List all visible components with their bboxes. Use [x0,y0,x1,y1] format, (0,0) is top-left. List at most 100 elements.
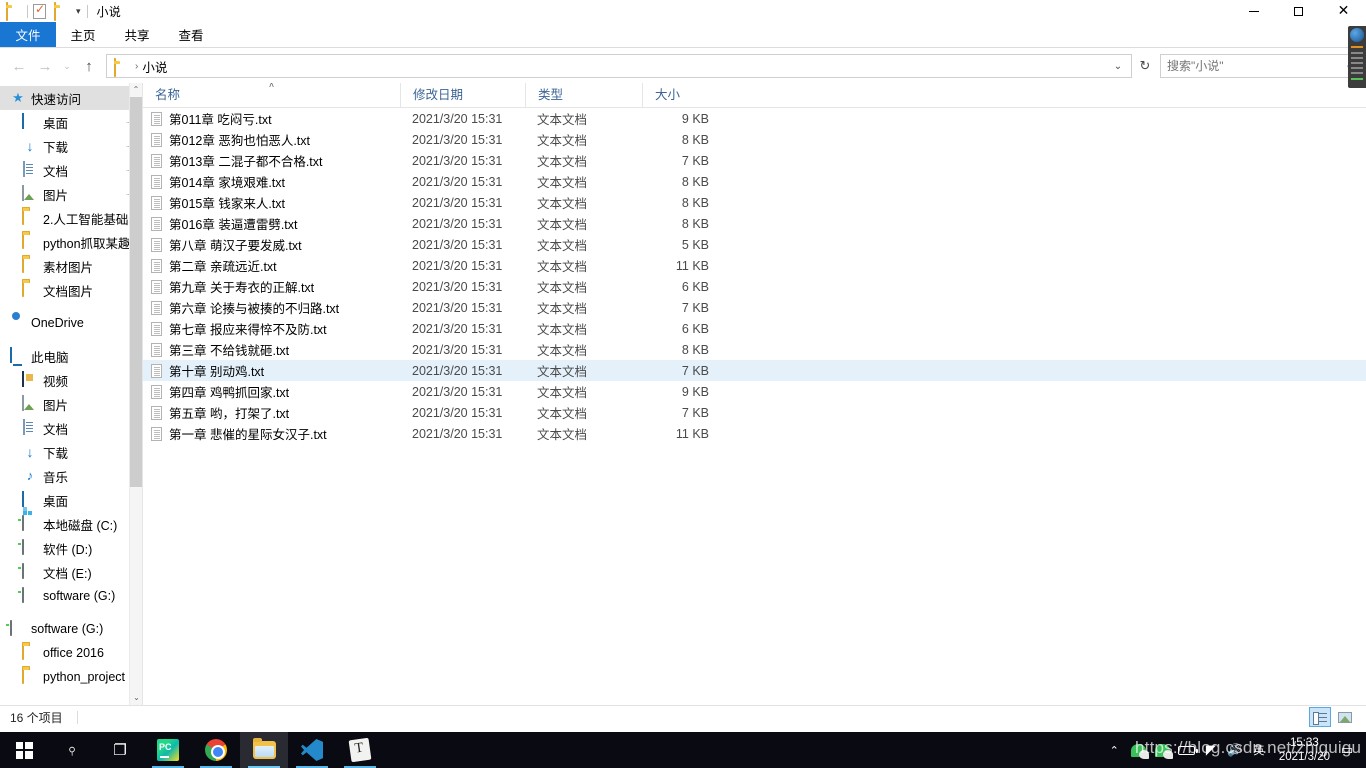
sidebar-item-4[interactable]: 图片📌 [0,182,142,206]
sidebar-item-17[interactable]: 本地磁盘 (C:) [0,512,142,536]
tab-file[interactable]: 文件 [0,22,56,47]
new-folder-icon[interactable] [54,2,70,21]
pycharm-button[interactable] [144,732,192,768]
column-header-name[interactable]: ˄ 名称 [143,83,400,108]
scrollbar-thumb[interactable] [130,97,142,487]
sidebar-item-8[interactable]: 文档图片 [0,278,142,302]
sidebar-item-3[interactable]: 文档📌 [0,158,142,182]
large-icons-view-button[interactable] [1334,707,1356,727]
sidebar-item-6[interactable]: python抓取某趣阁 [0,230,142,254]
breadcrumb[interactable]: 小说 [142,57,167,76]
chrome-button[interactable] [192,732,240,768]
column-header-date[interactable]: 修改日期 [400,83,525,108]
wechat-tray-icon-2[interactable] [1151,732,1175,768]
search-box[interactable]: ⌕ [1160,54,1360,78]
file-explorer-button[interactable] [240,732,288,768]
chevron-down-icon[interactable]: ⌄ [1107,61,1129,72]
details-view-button[interactable] [1309,707,1331,727]
table-row[interactable]: 第012章 恶狗也怕恶人.txt 2021/3/20 15:31 文本文档 8 KB [143,129,1366,150]
maximize-restore-button[interactable] [1276,0,1321,22]
typora-button[interactable] [336,732,384,768]
sidebar-item-9[interactable]: OneDrive [0,311,142,335]
sidebar-item-22[interactable]: office 2016 [0,641,142,665]
file-name-cell: 第六章 论揍与被揍的不归路.txt [143,298,400,317]
address-bar[interactable]: › 小说 ⌄ [106,54,1132,78]
table-row[interactable]: 第八章 萌汉子要发威.txt 2021/3/20 15:31 文本文档 5 KB [143,234,1366,255]
tab-view[interactable]: 查看 [164,22,218,47]
table-row[interactable]: 第四章 鸡鸭抓回家.txt 2021/3/20 15:31 文本文档 9 KB [143,381,1366,402]
chevron-down-icon[interactable]: ⌄ [130,691,142,705]
chevron-up-icon[interactable]: ⌃ [1102,744,1127,757]
back-button[interactable]: ← [6,53,32,79]
sidebar-item-0[interactable]: ★ 快速访问 [0,86,142,110]
folder-icon[interactable] [6,2,22,21]
sidebar-item-10[interactable]: 此电脑 [0,344,142,368]
column-header-size[interactable]: 大小 [642,83,719,108]
sidebar-item-16[interactable]: 桌面 [0,488,142,512]
forward-button[interactable]: → [32,53,58,79]
address-bar-row: ← → ⌄ ↑ › 小说 ⌄ ↻ ⌕ [0,49,1366,83]
table-row[interactable]: 第014章 家境艰难.txt 2021/3/20 15:31 文本文档 8 KB [143,171,1366,192]
wifi-icon[interactable]: ◤ [1199,732,1223,768]
table-row[interactable]: 第七章 报应来得悴不及防.txt 2021/3/20 15:31 文本文档 6 KB [143,318,1366,339]
table-row[interactable]: 第五章 哟，打架了.txt 2021/3/20 15:31 文本文档 7 KB [143,402,1366,423]
sort-ascending-icon: ˄ [268,83,275,90]
table-row[interactable]: 第九章 关于寿衣的正解.txt 2021/3/20 15:31 文本文档 6 KB [143,276,1366,297]
file-name-label: 第013章 二混子都不合格.txt [169,155,323,169]
table-row[interactable]: 第三章 不给钱就砸.txt 2021/3/20 15:31 文本文档 8 KB [143,339,1366,360]
file-type-cell: 文本文档 [537,386,588,400]
close-button[interactable]: ✕ [1321,0,1366,22]
nav-group-gap [0,335,142,344]
table-row[interactable]: 第011章 吃闷亏.txt 2021/3/20 15:31 文本文档 9 KB [143,108,1366,129]
table-row[interactable]: 第一章 悲催的星际女汉子.txt 2021/3/20 15:31 文本文档 11 KB [143,423,1366,444]
start-button[interactable] [0,732,48,768]
chevron-up-icon[interactable]: ⌃ [130,83,142,97]
sidebar-item-2[interactable]: ↓下载📌 [0,134,142,158]
sidebar-item-label: 快速访问 [31,92,82,107]
widget-bar [1351,72,1363,74]
sidebar-item-15[interactable]: ♪ 音乐 [0,464,142,488]
table-row[interactable]: 第六章 论揍与被揍的不归路.txt 2021/3/20 15:31 文本文档 7 KB [143,297,1366,318]
search-input[interactable] [1167,59,1346,73]
sidebar-item-23[interactable]: python_project [0,665,142,689]
task-view-button[interactable]: ❐ [96,732,144,768]
sidebar-item-5[interactable]: 2.人工智能基础课 [0,206,142,230]
table-row[interactable]: 第015章 钱家来人.txt 2021/3/20 15:31 文本文档 8 KB [143,192,1366,213]
sidebar-item-18[interactable]: 软件 (D:) [0,536,142,560]
tab-share[interactable]: 共享 [110,22,164,47]
sidebar-item-12[interactable]: 图片 [0,392,142,416]
main-content: ★快速访问桌面📌↓下载📌文档📌图片📌2.人工智能基础课python抓取某趣阁素材… [0,83,1366,705]
sidebar-item-19[interactable]: 文档 (E:) [0,560,142,584]
sidebar-item-21[interactable]: software (G:) [0,617,142,641]
properties-icon[interactable] [33,2,49,19]
clock[interactable]: 15:33 2021/3/20 [1271,736,1338,764]
vscode-button[interactable] [288,732,336,768]
up-button[interactable]: ↑ [76,53,102,79]
navigation-scrollbar[interactable]: ⌃ ⌄ [129,83,142,705]
volume-icon[interactable]: 🔊 [1223,732,1247,768]
minimize-button[interactable] [1231,0,1276,22]
search-button[interactable]: ⌕ [48,732,96,768]
table-row[interactable]: 第十章 别动鸡.txt 2021/3/20 15:31 文本文档 7 KB [143,360,1366,381]
tab-home[interactable]: 主页 [56,22,110,47]
sidebar-item-label: 下载 [43,140,69,155]
refresh-button[interactable]: ↻ [1132,53,1158,79]
ime-indicator[interactable]: 英 [1247,732,1271,768]
action-center-button[interactable]: ▭ [1338,732,1362,768]
sidebar-item-13[interactable]: 文档 [0,416,142,440]
battery-icon[interactable] [1175,732,1199,768]
table-row[interactable]: 第016章 装逼遭雷劈.txt 2021/3/20 15:31 文本文档 8 KB [143,213,1366,234]
sidebar-item-14[interactable]: ↓ 下载 [0,440,142,464]
chevron-down-icon[interactable]: ▾ [75,6,82,16]
wechat-tray-icon[interactable] [1127,732,1151,768]
floating-sidebar-widget[interactable] [1348,26,1366,88]
table-row[interactable]: 第二章 亲疏远近.txt 2021/3/20 15:31 文本文档 11 KB [143,255,1366,276]
sidebar-item-7[interactable]: 素材图片 [0,254,142,278]
sidebar-item-20[interactable]: software (G:) [0,584,142,608]
recent-locations-button[interactable]: ⌄ [58,53,76,79]
sidebar-item-1[interactable]: 桌面📌 [0,110,142,134]
file-date-cell: 2021/3/20 15:31 [412,132,503,147]
sidebar-item-11[interactable]: 视频 [0,368,142,392]
column-header-type[interactable]: 类型 [525,83,642,108]
table-row[interactable]: 第013章 二混子都不合格.txt 2021/3/20 15:31 文本文档 7 KB [143,150,1366,171]
